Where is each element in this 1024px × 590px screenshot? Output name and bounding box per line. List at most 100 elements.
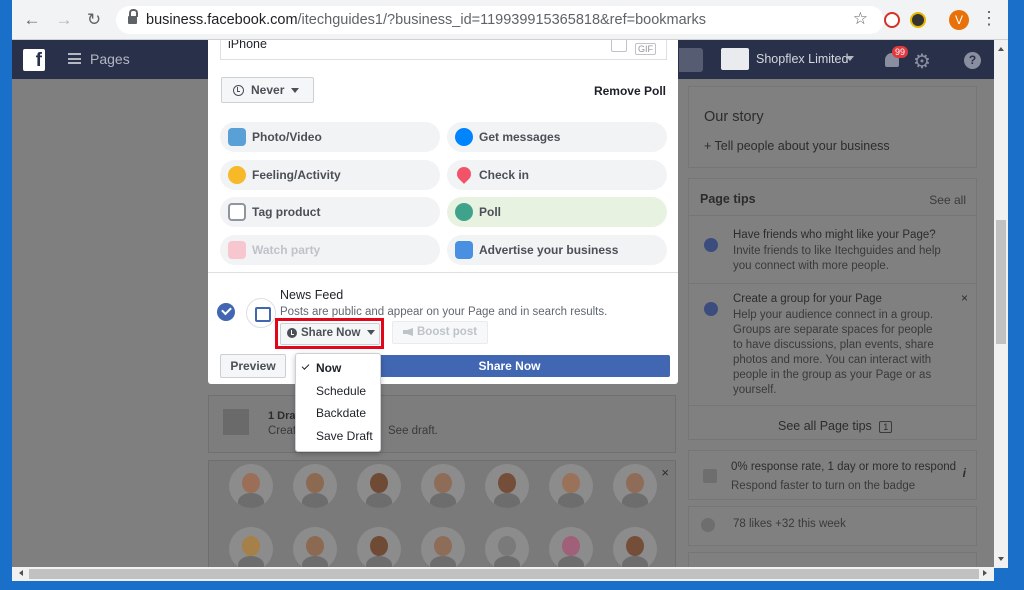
image-icon[interactable] <box>611 40 628 52</box>
browser-menu-icon[interactable]: ⋮ <box>980 8 998 29</box>
response-rate-text: 0% response rate, 1 day or more to respo… <box>731 461 957 473</box>
highlight-box <box>275 318 384 349</box>
poll-option[interactable]: Poll <box>447 197 667 227</box>
menu-item-backdate[interactable]: Backdate <box>296 405 380 428</box>
share-now-button[interactable]: Share Now <box>349 355 670 377</box>
preview-button[interactable]: Preview <box>220 354 286 378</box>
megaphone-icon <box>403 328 413 336</box>
scroll-left-icon[interactable] <box>16 570 23 576</box>
pages-link[interactable]: Pages <box>90 51 130 67</box>
likes-card: 78 likes +32 this week <box>688 506 977 546</box>
close-icon[interactable]: × <box>661 465 669 480</box>
tip-body: Help your audience connect in a group. G… <box>733 309 934 396</box>
scroll-up-icon[interactable] <box>998 44 1004 51</box>
feeling-activity-option[interactable]: Feeling/Activity <box>220 160 440 190</box>
close-icon[interactable]: × <box>961 291 968 305</box>
scrollbar-thumb[interactable] <box>29 569 979 579</box>
forward-arrow-icon[interactable]: → <box>54 10 74 30</box>
sidebar-card <box>688 552 977 568</box>
bookmark-star-icon[interactable]: ☆ <box>853 9 868 29</box>
scroll-right-icon[interactable] <box>983 570 990 576</box>
info-icon[interactable]: i <box>963 466 966 480</box>
horizontal-scrollbar[interactable] <box>12 567 994 581</box>
back-arrow-icon[interactable]: ← <box>22 10 42 30</box>
avatar <box>485 464 529 508</box>
avatar <box>357 527 401 568</box>
avatar <box>229 527 273 568</box>
tip-title[interactable]: Create a group for your Page <box>733 293 882 305</box>
invite-friends-card: × <box>208 460 676 568</box>
tell-people-link[interactable]: + Tell people about your business <box>704 139 890 153</box>
tip-title[interactable]: Have friends who might like your Page? <box>733 229 936 241</box>
response-hint: Respond faster to turn on the badge <box>731 480 916 492</box>
avatar <box>421 464 465 508</box>
avatar <box>357 464 401 508</box>
chevron-down-icon[interactable] <box>846 56 854 65</box>
business-name[interactable]: Shopflex Limited <box>756 52 848 66</box>
facebook-page: f Pages Shopflex Limited 99 ⚙ ? Our stor… <box>12 40 994 568</box>
gif-icon[interactable]: GIF <box>635 43 656 55</box>
avatar <box>229 464 273 508</box>
group-icon <box>704 302 718 316</box>
help-icon[interactable]: ? <box>964 52 981 69</box>
remove-poll-link[interactable]: Remove Poll <box>594 84 666 98</box>
share-options-menu: Now Schedule Backdate Save Draft <box>295 353 381 452</box>
pencil-icon <box>223 409 249 435</box>
extension-icon[interactable] <box>910 12 926 28</box>
checkmark-icon[interactable] <box>217 303 235 321</box>
menu-item-save-draft[interactable]: Save Draft <box>296 428 380 451</box>
poll-option-input[interactable]: iPhone GIF <box>220 40 667 60</box>
chat-icon <box>703 469 717 483</box>
popcorn-icon <box>228 241 246 259</box>
poll-duration-dropdown[interactable]: Never <box>221 77 314 103</box>
get-messages-option[interactable]: Get messages <box>447 122 667 152</box>
news-feed-icon <box>246 298 276 328</box>
see-all-link[interactable]: See all <box>929 193 966 207</box>
search-button[interactable] <box>679 48 703 72</box>
avatar <box>421 527 465 568</box>
map-pin-icon <box>454 164 474 184</box>
page-tips-title: Page tips <box>700 192 756 206</box>
news-feed-description: Posts are public and appear on your Page… <box>280 306 608 318</box>
boost-post-button[interactable]: Boost post <box>392 321 488 344</box>
response-rate-card: 0% response rate, 1 day or more to respo… <box>688 450 977 500</box>
business-avatar[interactable] <box>721 48 749 70</box>
tag-product-option[interactable]: Tag product <box>220 197 440 227</box>
scroll-down-icon[interactable] <box>998 557 1004 564</box>
photo-video-option[interactable]: Photo/Video <box>220 122 440 152</box>
menu-item-schedule[interactable]: Schedule <box>296 383 380 406</box>
tag-icon <box>228 203 246 221</box>
lightbulb-icon <box>704 238 718 252</box>
our-story-title: Our story <box>704 109 764 125</box>
facebook-logo-icon[interactable]: f <box>23 49 45 71</box>
post-composer: iPhone GIF Never Remove Poll Photo/Video… <box>208 40 678 384</box>
see-draft-link[interactable]: See draft. <box>388 425 438 437</box>
gear-icon[interactable]: ⚙ <box>913 49 931 74</box>
hamburger-menu-icon[interactable] <box>68 53 81 64</box>
lock-icon <box>128 9 138 25</box>
our-story-card: Our story + Tell people about your busin… <box>688 86 977 168</box>
menu-item-now[interactable]: Now <box>296 360 380 383</box>
avatar <box>613 527 657 568</box>
browser-toolbar: ← → ↻ business.facebook.com/itechguides1… <box>12 0 1008 40</box>
poll-icon <box>455 203 473 221</box>
url-text[interactable]: business.facebook.com/itechguides1/?busi… <box>146 12 706 28</box>
smiley-icon <box>228 166 246 184</box>
scrollbar-thumb[interactable] <box>996 220 1006 344</box>
see-all-page-tips-link[interactable]: See all Page tips 1 <box>778 419 893 433</box>
avatar <box>485 527 529 568</box>
reload-icon[interactable]: ↻ <box>84 10 104 30</box>
vertical-scrollbar[interactable] <box>994 40 1008 568</box>
people-icon <box>701 518 715 532</box>
extension-icon[interactable] <box>884 12 900 28</box>
page-tips-card: Page tips See all Have friends who might… <box>688 178 977 440</box>
draft-text: Creat <box>268 425 297 437</box>
avatar <box>549 464 593 508</box>
watch-party-option: Watch party <box>220 235 440 265</box>
messenger-icon <box>455 128 473 146</box>
profile-avatar[interactable]: V <box>949 10 969 30</box>
address-bar[interactable]: business.facebook.com/itechguides1/?busi… <box>116 6 884 34</box>
check-in-option[interactable]: Check in <box>447 160 667 190</box>
advertise-business-option[interactable]: Advertise your business <box>447 235 667 265</box>
avatar <box>293 527 337 568</box>
